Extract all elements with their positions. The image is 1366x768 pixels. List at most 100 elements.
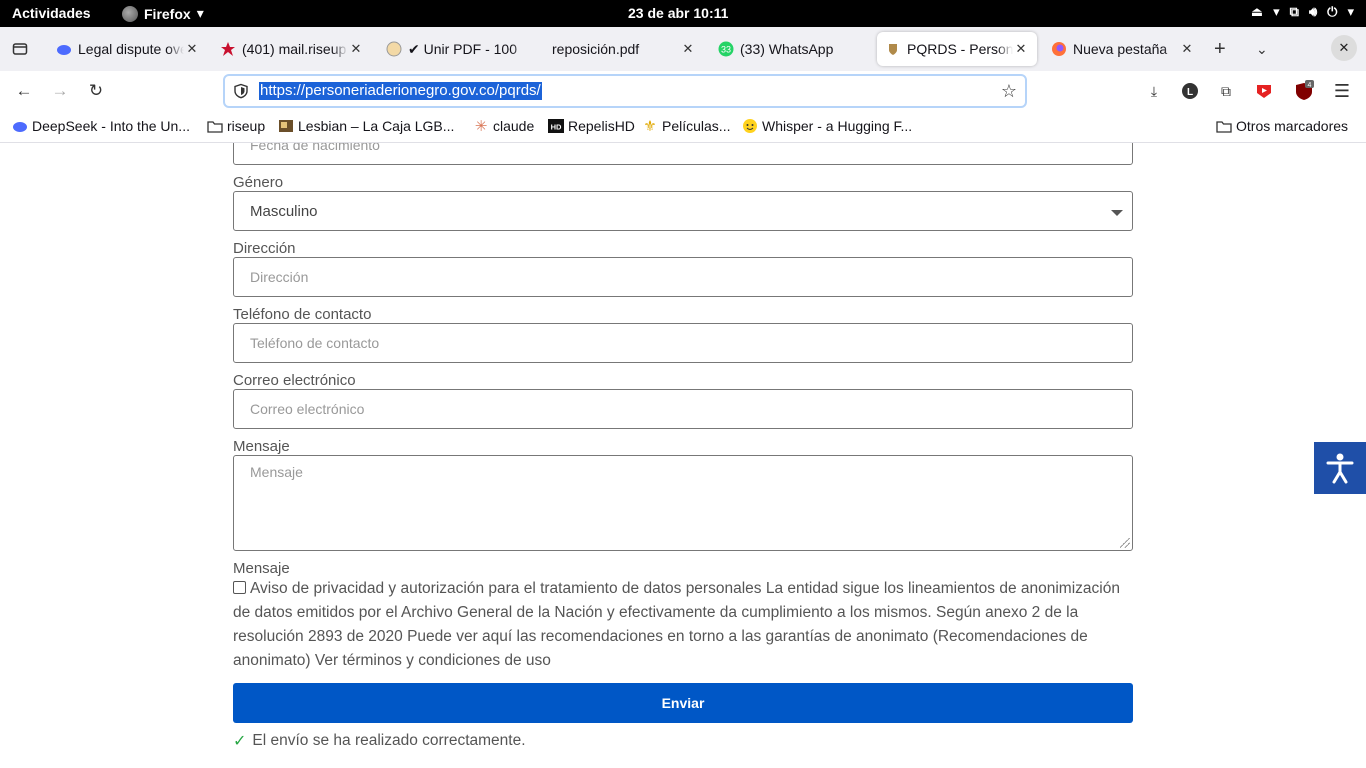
caret-down-icon <box>1111 210 1123 216</box>
accessibility-button[interactable] <box>1314 442 1366 494</box>
network-icon[interactable]: ⧉ <box>1290 4 1299 20</box>
navigation-toolbar: ← → ↻ https://personeriaderionegro.gov.c… <box>0 71 1366 111</box>
message-label-2: Mensaje <box>233 560 290 577</box>
tab-title: ✔ Unir PDF - 100 <box>408 40 517 57</box>
tab-title: PQRDS - Person <box>907 41 1013 57</box>
app-menu[interactable]: Firefox ▾ <box>122 5 204 22</box>
field-placeholder: Dirección <box>250 269 309 285</box>
extensions-icon[interactable]: ⧉ <box>1215 80 1237 102</box>
accessibility-icon <box>1326 453 1354 484</box>
bookmark-label: riseup <box>227 118 266 134</box>
system-tray[interactable]: ⏏ ▾ ⧉ 🔊︎ ⏻ ▾ <box>1251 4 1354 20</box>
bookmark-deepseek[interactable]: DeepSeek - Into the Un... <box>12 118 190 134</box>
email-label: Correo electrónico <box>233 372 356 389</box>
chevron-down-icon: ▾ <box>196 5 204 21</box>
tab-pqrds[interactable]: PQRDS - Person ✕ <box>877 32 1037 66</box>
menu-icon[interactable]: ☰ <box>1331 80 1353 102</box>
email-field[interactable]: Correo electrónico <box>233 389 1133 429</box>
list-all-tabs-icon[interactable]: ⌄ <box>1256 41 1268 58</box>
folder-icon <box>1216 118 1232 134</box>
bookmark-star-icon[interactable]: ☆ <box>1001 81 1017 102</box>
address-label: Dirección <box>233 240 296 257</box>
url-text[interactable]: https://personeriaderionegro.gov.co/pqrd… <box>259 82 542 100</box>
youtube-extension-icon[interactable] <box>1253 80 1275 102</box>
firefox-icon <box>1051 41 1067 57</box>
url-bar[interactable]: https://personeriaderionegro.gov.co/pqrd… <box>223 74 1027 108</box>
success-text: El envío se ha realizado correctamente. <box>252 732 526 749</box>
bookmark-other[interactable]: Otros marcadores <box>1216 118 1348 134</box>
tab-title: (33) WhatsApp <box>740 41 834 57</box>
claude-icon: ✳ <box>474 118 488 135</box>
system-top-bar: Actividades Firefox ▾ 23 de abr 10:11 ⏏ … <box>0 0 1366 27</box>
privacy-checkbox[interactable] <box>233 581 246 594</box>
gender-label: Género <box>233 174 284 191</box>
field-placeholder: Mensaje <box>250 464 303 480</box>
chevron-down-icon: ▾ <box>1273 4 1280 19</box>
birth-date-field[interactable]: Fecha de nacimiento <box>233 143 1133 165</box>
phone-field[interactable]: Teléfono de contacto <box>233 323 1133 363</box>
phone-label: Teléfono de contacto <box>233 306 372 323</box>
bookmark-label: RepelisHD <box>568 118 635 134</box>
reload-icon[interactable]: ↻ <box>84 79 108 103</box>
clock[interactable]: 23 de abr 10:11 <box>628 5 728 21</box>
hd-icon: HD <box>548 118 564 134</box>
bookmark-label: Otros marcadores <box>1236 118 1349 134</box>
address-field[interactable]: Dirección <box>233 257 1133 297</box>
bookmark-label: Lesbian – La Caja LGB... <box>298 118 455 134</box>
bookmark-repelishd[interactable]: HD RepelisHD <box>548 118 635 134</box>
whatsapp-icon: 33 <box>718 41 734 57</box>
downloads-icon[interactable]: ⤓ <box>1143 80 1165 102</box>
close-tab-icon[interactable]: ✕ <box>1179 41 1195 57</box>
message-textarea[interactable]: Mensaje <box>233 455 1133 551</box>
bookmark-whisper[interactable]: Whisper - a Hugging F... <box>742 118 912 134</box>
svg-text:L: L <box>1187 87 1193 98</box>
tab-legal-dispute[interactable]: Legal dispute over ✕ <box>48 32 208 66</box>
back-icon[interactable]: ← <box>12 79 36 103</box>
fleur-icon: ⚜ <box>643 118 657 135</box>
gender-select[interactable]: Masculino <box>233 191 1133 231</box>
tab-riseup-mail[interactable]: (401) mail.riseup ✕ <box>212 32 372 66</box>
field-placeholder: Correo electrónico <box>250 401 365 417</box>
svg-text:4: 4 <box>1308 82 1312 89</box>
bookmark-label: DeepSeek - Into the Un... <box>32 118 190 134</box>
message-label: Mensaje <box>233 438 290 455</box>
tab-unir-pdf[interactable]: ✔ Unir PDF - 100 <box>378 32 538 66</box>
firefox-view-icon <box>12 43 28 55</box>
tab-nueva-pestana[interactable]: Nueva pestaña ✕ <box>1043 32 1203 66</box>
account-icon[interactable]: L <box>1179 80 1201 102</box>
tracking-protection-icon[interactable] <box>233 83 249 99</box>
firefox-icon <box>122 5 138 22</box>
close-tab-icon[interactable]: ✕ <box>680 41 696 57</box>
new-tab-icon[interactable]: + <box>1214 39 1226 59</box>
close-tab-icon[interactable]: ✕ <box>184 41 200 57</box>
deepseek-icon <box>56 41 72 57</box>
bookmark-claude[interactable]: ✳ claude <box>473 118 535 135</box>
close-window-icon[interactable]: ✕ <box>1331 35 1357 61</box>
chevron-down-icon: ▾ <box>1347 4 1354 19</box>
power-icon[interactable]: ⏻ <box>1327 4 1337 20</box>
activities-button[interactable]: Actividades <box>12 5 91 21</box>
tab-whatsapp[interactable]: 33 (33) WhatsApp <box>710 32 870 66</box>
privacy-text: Aviso de privacidad y autorización para … <box>233 580 1120 669</box>
bookmark-riseup[interactable]: riseup <box>207 118 265 134</box>
firefox-view-button[interactable] <box>8 37 32 61</box>
submit-button[interactable]: Enviar <box>233 683 1133 723</box>
resize-grip-icon[interactable] <box>1120 538 1130 548</box>
tab-title: Legal dispute over <box>78 41 184 57</box>
checkmark-icon: ✓ <box>233 733 247 750</box>
seal-icon <box>885 41 901 57</box>
ublock-icon[interactable]: 4 <box>1293 80 1315 102</box>
success-message: ✓ El envío se ha realizado correctamente… <box>233 731 526 751</box>
tab-reposicion-pdf[interactable]: reposición.pdf ✕ <box>544 32 704 66</box>
bookmark-lesbian[interactable]: Lesbian – La Caja LGB... <box>278 118 454 134</box>
tab-title: reposición.pdf <box>552 41 640 57</box>
eject-icon[interactable]: ⏏ <box>1251 4 1263 20</box>
close-tab-icon[interactable]: ✕ <box>348 41 364 57</box>
close-tab-icon[interactable]: ✕ <box>1013 41 1029 57</box>
tab-strip: Legal dispute over ✕ (401) mail.riseup ✕… <box>0 27 1366 71</box>
forward-icon[interactable]: → <box>48 79 72 103</box>
bookmark-peliculas[interactable]: ⚜ Películas... <box>642 118 730 135</box>
bookmarks-toolbar: DeepSeek - Into the Un... riseup Lesbian… <box>0 111 1366 143</box>
field-placeholder: Teléfono de contacto <box>250 335 380 351</box>
volume-icon[interactable]: 🔊︎ <box>1309 4 1317 20</box>
